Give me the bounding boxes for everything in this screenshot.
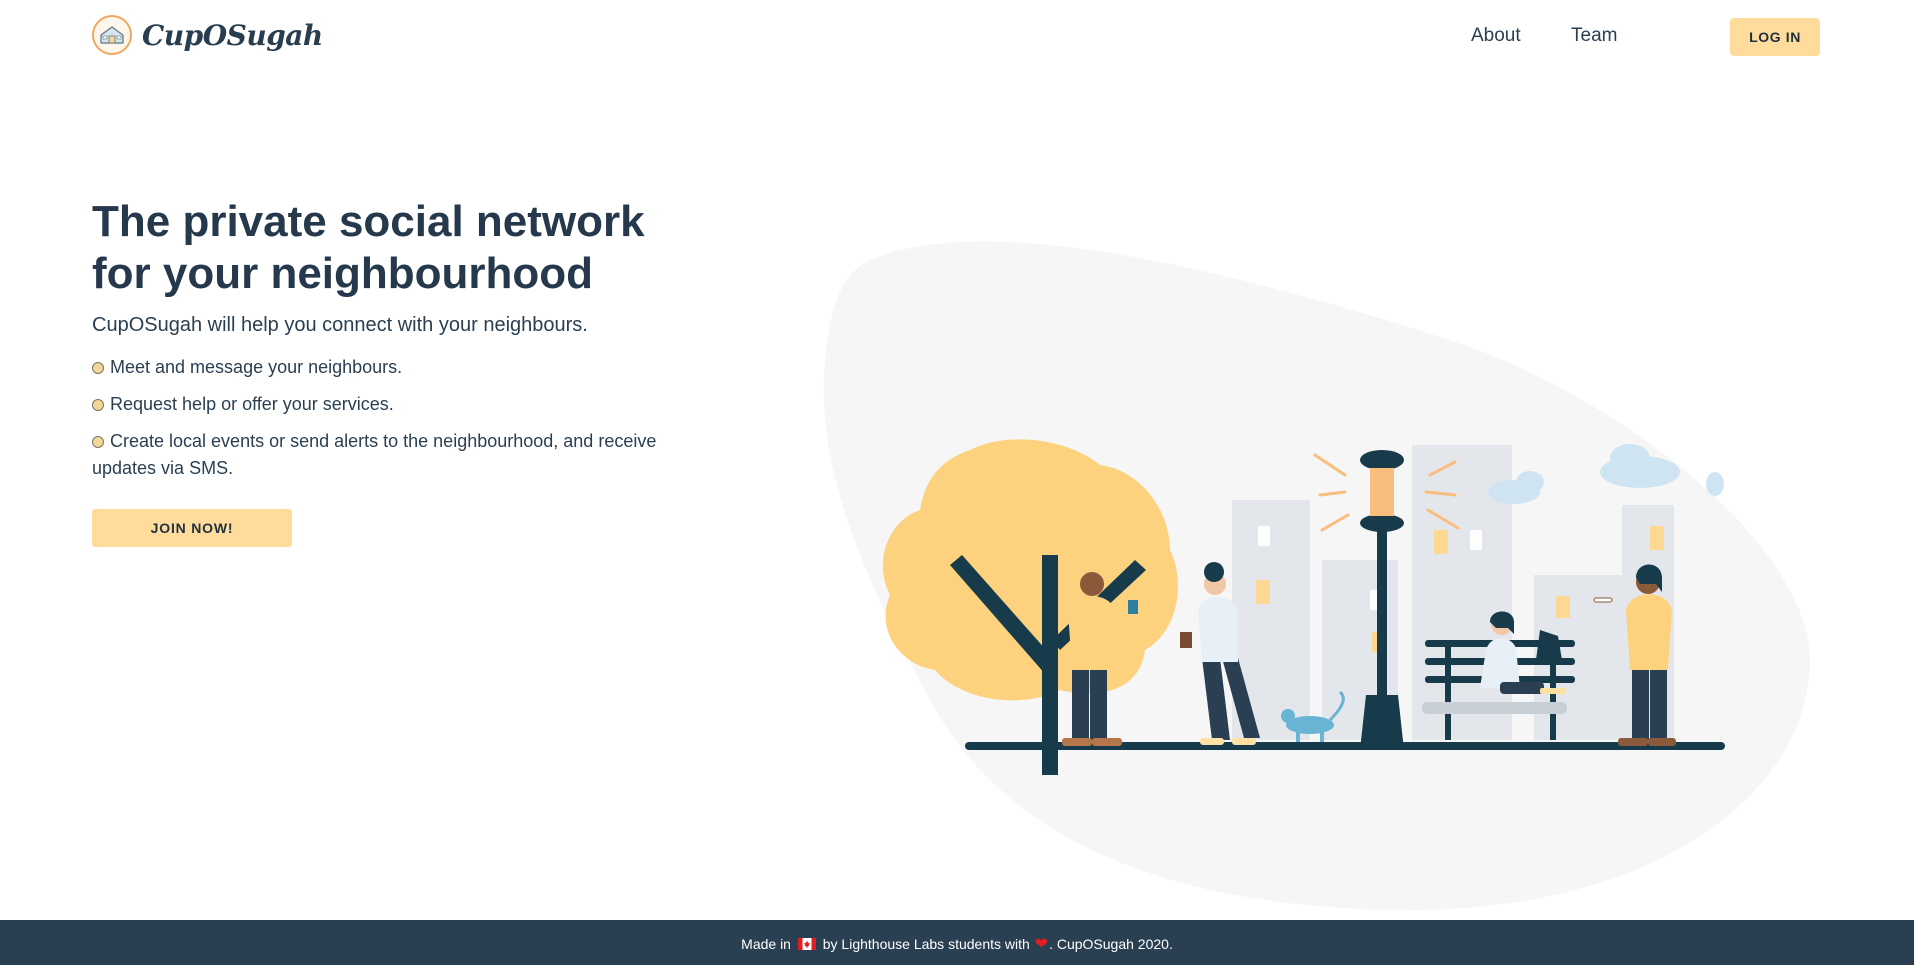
canada-flag-icon [797,938,816,950]
feature-list: Meet and message your neighbours. Reques… [92,354,692,482]
feature-item: Create local events or send alerts to th… [92,428,692,482]
bullet-icon [92,436,104,448]
house-badge-icon [92,15,132,55]
hero-section: The private social network for your neig… [92,196,712,492]
nav-link-about[interactable]: About [1471,25,1521,47]
bullet-icon [92,362,104,374]
hero-title: The private social network for your neig… [92,197,645,298]
join-now-button[interactable]: JOIN NOW! [92,509,292,547]
feature-item: Meet and message your neighbours. [92,354,692,381]
brand-name: CupOSugah [142,18,323,52]
feature-text: Request help or offer your services. [110,394,394,414]
footer-text-copyright: . CupOSugah 2020. [1049,936,1173,952]
brand[interactable]: CupOSugah [92,15,323,55]
neighbourhood-park-illustration [810,230,1820,925]
footer-text-by: by Lighthouse Labs students with [822,936,1030,952]
feature-text: Create local events or send alerts to th… [92,431,657,478]
feature-text: Meet and message your neighbours. [110,357,403,377]
heart-icon: ❤ [1034,936,1049,953]
login-button[interactable]: LOG IN [1730,18,1820,56]
hero-tagline: CupOSugah will help you connect with you… [92,314,588,336]
feature-item: Request help or offer your services. [92,391,692,418]
top-navbar: CupOSugah About Team LOG IN [0,0,1914,74]
nav-link-team[interactable]: Team [1571,25,1617,47]
footer: Made in by Lighthouse Labs students with… [0,920,1914,965]
footer-text-made-in: Made in [741,936,791,952]
bullet-icon [92,399,104,411]
